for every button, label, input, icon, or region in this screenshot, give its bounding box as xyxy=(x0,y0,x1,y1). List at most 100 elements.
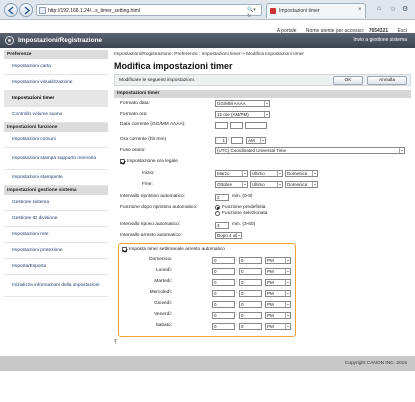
weekday-minute-input[interactable]: 0 xyxy=(239,279,262,286)
weekday-hour-input[interactable]: 0 xyxy=(212,268,235,275)
sidebar-item[interactable]: Impostazioni comuni xyxy=(4,132,108,148)
back-button[interactable] xyxy=(4,3,18,17)
current-time-label: Ora corrente (hh:mm) xyxy=(120,137,167,142)
after-reset-row: Funzione dopo ripristino automatico: Fun… xyxy=(114,204,411,216)
weekday-minute-input[interactable]: 0 xyxy=(239,290,262,297)
sidebar-item[interactable]: Gestione sistema xyxy=(4,195,108,211)
sidebar-item[interactable]: Impostazioni stampa supporto memoria xyxy=(4,148,108,170)
forward-button[interactable] xyxy=(19,3,33,17)
weekday-hour-input[interactable]: 0 xyxy=(212,312,235,319)
weekday-minute-input[interactable]: 0 xyxy=(239,301,262,308)
time-hour-input[interactable]: 1 xyxy=(215,137,227,144)
sleep-row: Intervallo riposo automatico: 3 min. (3-… xyxy=(114,221,411,230)
date-month-input[interactable] xyxy=(230,122,243,129)
dst-checkbox[interactable] xyxy=(120,159,125,164)
weekly-shutdown-checkbox[interactable] xyxy=(122,247,127,252)
timezone-select[interactable]: (UTC) Coordinated Universal Time xyxy=(215,147,405,154)
sidebar-item[interactable]: Impostazioni stampante xyxy=(4,170,108,186)
current-time-row: Ora corrente (hh:mm) 1 : AM xyxy=(114,136,411,145)
weekday-row: Venerdì: 0:0 PM xyxy=(119,311,295,320)
address-bar[interactable]: http://192.168.1.24/...s_timer_setting.h… xyxy=(36,4,262,19)
sidebar-item[interactable]: Inizializza informazioni della impostazi… xyxy=(4,275,108,297)
current-date-row: Data corrente (GG/MM AAAA): xyxy=(114,121,411,130)
ok-button[interactable]: OK xyxy=(333,76,363,85)
section-heading: Impostazioni timer xyxy=(114,90,411,98)
selected-function-radio[interactable] xyxy=(215,211,220,216)
date-format-select[interactable]: GG/MM AAAA xyxy=(215,100,270,107)
date-day-input[interactable] xyxy=(215,122,228,129)
sidebar-item[interactable]: Gestione ID divisione xyxy=(4,211,108,227)
sidebar-item-label: Controllo volume suono xyxy=(12,111,63,117)
browser-toolbar: http://192.168.1.24/...s_timer_setting.h… xyxy=(0,0,415,20)
system-management-link[interactable]: Invio a gestione sistema xyxy=(353,37,407,43)
breadcrumb: Impostazioni/Registrazione: Preferenze :… xyxy=(114,52,304,57)
sidebar-item[interactable]: Impostazioni visualizzazione xyxy=(4,75,108,91)
weekday-hour-input[interactable]: 0 xyxy=(212,279,235,286)
app-title: Impostazioni/Registrazione xyxy=(18,37,103,44)
browser-tab[interactable]: Impostazioni timer × xyxy=(266,3,366,18)
weekday-row: Mercoledì: 0:0 PM xyxy=(119,289,295,298)
auto-reset-input[interactable]: 2 xyxy=(215,194,229,201)
sidebar-item-label: Importa/Esporta xyxy=(12,263,47,269)
back-to-top-icon[interactable]: ⤒ xyxy=(114,340,117,347)
default-function-radio[interactable] xyxy=(215,205,220,210)
page-title: Modifica impostazioni timer xyxy=(114,61,233,71)
time-separator: : xyxy=(236,279,238,284)
dst-start-row: Inizio: Marzo Ultimo Domenica xyxy=(114,170,411,179)
weekday-label: Lunedì: xyxy=(155,268,172,273)
address-tools-icon[interactable]: 🔍▾ ↻ xyxy=(247,7,261,19)
weekday-label: Domenica: xyxy=(149,257,172,262)
weekday-ampm-select[interactable]: PM xyxy=(265,290,291,297)
weekday-ampm-select[interactable]: PM xyxy=(265,257,291,264)
weekday-minute-input[interactable]: 0 xyxy=(239,323,262,330)
cancel-button[interactable]: Annulla xyxy=(367,76,407,85)
sidebar-section-title: Impostazioni funzione xyxy=(4,123,108,132)
weekday-label: Venerdì: xyxy=(154,312,172,317)
star-icon[interactable]: ☆ xyxy=(390,5,396,13)
dst-label: Impostazione ora legale xyxy=(127,159,178,164)
chevron-down-icon xyxy=(312,171,317,176)
gear-icon[interactable]: ⚙ xyxy=(402,5,408,13)
sidebar-item[interactable]: Controllo volume suono xyxy=(4,107,108,123)
chevron-down-icon xyxy=(236,233,241,238)
date-format-label: Formato data: xyxy=(120,101,150,106)
dst-end-day-select[interactable]: Domenica xyxy=(285,181,318,188)
sidebar-item[interactable]: Impostazioni rete xyxy=(4,227,108,243)
dst-start-month-select[interactable]: Marzo xyxy=(215,170,248,177)
sleep-input[interactable]: 3 xyxy=(215,222,229,229)
weekday-ampm-select[interactable]: PM xyxy=(265,279,291,286)
weekday-hour-input[interactable]: 0 xyxy=(212,290,235,297)
weekday-ampm-select[interactable]: PM xyxy=(265,301,291,308)
chevron-down-icon xyxy=(399,148,404,153)
weekday-hour-input[interactable]: 0 xyxy=(212,257,235,264)
dst-start-week-select[interactable]: Ultimo xyxy=(250,170,283,177)
weekday-minute-input[interactable]: 0 xyxy=(239,268,262,275)
weekday-ampm-select[interactable]: PM xyxy=(265,323,291,330)
weekday-hour-input[interactable]: 0 xyxy=(212,323,235,330)
weekday-hour-input[interactable]: 0 xyxy=(212,301,235,308)
sidebar-item[interactable]: Impostazioni carta xyxy=(4,59,108,75)
sidebar-item[interactable]: Importa/Esporta xyxy=(4,259,108,275)
weekday-ampm-select[interactable]: PM xyxy=(265,312,291,319)
time-format-select[interactable]: 12 ore (AM/PM) xyxy=(215,111,270,118)
weekday-minute-input[interactable]: 0 xyxy=(239,312,262,319)
dst-end-week-select[interactable]: Ultimo xyxy=(250,181,283,188)
sidebar-item[interactable]: Impostazioni timer xyxy=(4,91,108,107)
time-separator: : xyxy=(236,323,238,328)
sidebar-item[interactable]: Impostazioni protezione xyxy=(4,243,108,259)
home-icon[interactable]: ⌂ xyxy=(377,5,381,12)
time-minute-input[interactable] xyxy=(231,137,243,144)
time-format-label: Formato ora: xyxy=(120,112,148,117)
auto-reset-row: Intervallo ripristino automatico: 2 min.… xyxy=(114,193,411,202)
url-text: http://192.168.1.24/...s_timer_setting.h… xyxy=(48,8,140,14)
weekday-row: Martedì: 0:0 PM xyxy=(119,278,295,287)
dst-end-month-select[interactable]: Ottobre xyxy=(215,181,248,188)
weekday-ampm-select[interactable]: PM xyxy=(265,268,291,275)
shutdown-select[interactable]: Dopo 4 ore xyxy=(215,232,242,239)
dst-start-day-select[interactable]: Domenica xyxy=(285,170,318,177)
tab-close-icon[interactable]: × xyxy=(358,7,362,13)
time-ampm-select[interactable]: AM xyxy=(246,137,266,144)
sidebar-item-label: Inizializza informazioni della impostazi… xyxy=(12,282,100,288)
weekday-minute-input[interactable]: 0 xyxy=(239,257,262,264)
date-year-input[interactable] xyxy=(245,122,267,129)
